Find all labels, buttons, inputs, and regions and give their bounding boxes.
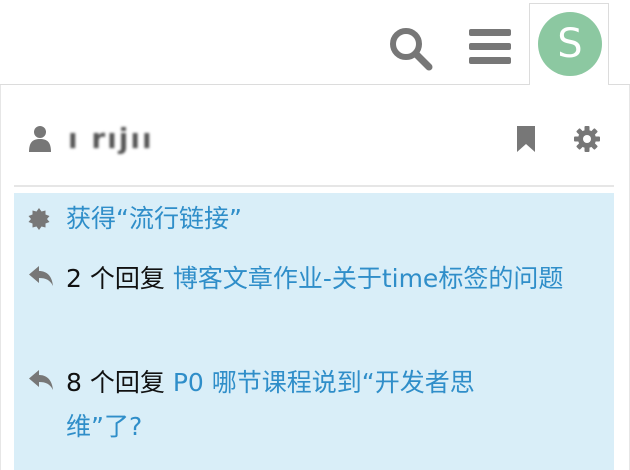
notification-link[interactable]: 博客文章作业-关于time标签的问题	[173, 264, 564, 293]
header: S	[0, 0, 630, 85]
notification-item[interactable]: 获得“流行链接”	[14, 193, 614, 249]
badge-icon	[28, 208, 50, 230]
notification-text: 获得“流行链接”	[66, 197, 596, 241]
notification-list: 获得“流行链接” 2 个回复 博客文章作业-关于time标签的问题 8 个回复 …	[14, 193, 614, 470]
panel-border	[0, 85, 1, 470]
reply-icon	[29, 266, 53, 286]
hamburger-menu-icon[interactable]	[467, 25, 513, 69]
user-row: ı rıjıı	[28, 121, 608, 157]
notification-item[interactable]: 2 个回复 博客文章作业-关于time标签的问题	[14, 249, 614, 353]
user-icon[interactable]	[28, 125, 52, 153]
user-menu-tab[interactable]: S	[529, 3, 609, 85]
notification-prefix: 8 个回复	[66, 368, 173, 397]
search-icon[interactable]	[386, 24, 434, 72]
bookmark-icon[interactable]	[515, 125, 537, 153]
notification-text: 2 个回复 博客文章作业-关于time标签的问题	[66, 257, 596, 301]
gear-icon[interactable]	[573, 125, 601, 153]
user-menu-panel: ı rıjıı 获得“流行链接” 2 个回复 博客文章作业-关于time标签的问…	[0, 85, 630, 470]
reply-icon	[29, 370, 53, 390]
notification-item[interactable]: 8 个回复 P0 哪节课程说到“开发者思维”了?	[14, 353, 614, 463]
divider	[14, 185, 614, 187]
notification-prefix: 2 个回复	[66, 264, 173, 293]
notification-link[interactable]: 获得“流行链接”	[66, 204, 242, 233]
username[interactable]: ı rıjıı	[68, 121, 154, 157]
notification-text: 8 个回复 P0 哪节课程说到“开发者思维”了?	[66, 361, 536, 449]
avatar[interactable]: S	[538, 12, 602, 76]
